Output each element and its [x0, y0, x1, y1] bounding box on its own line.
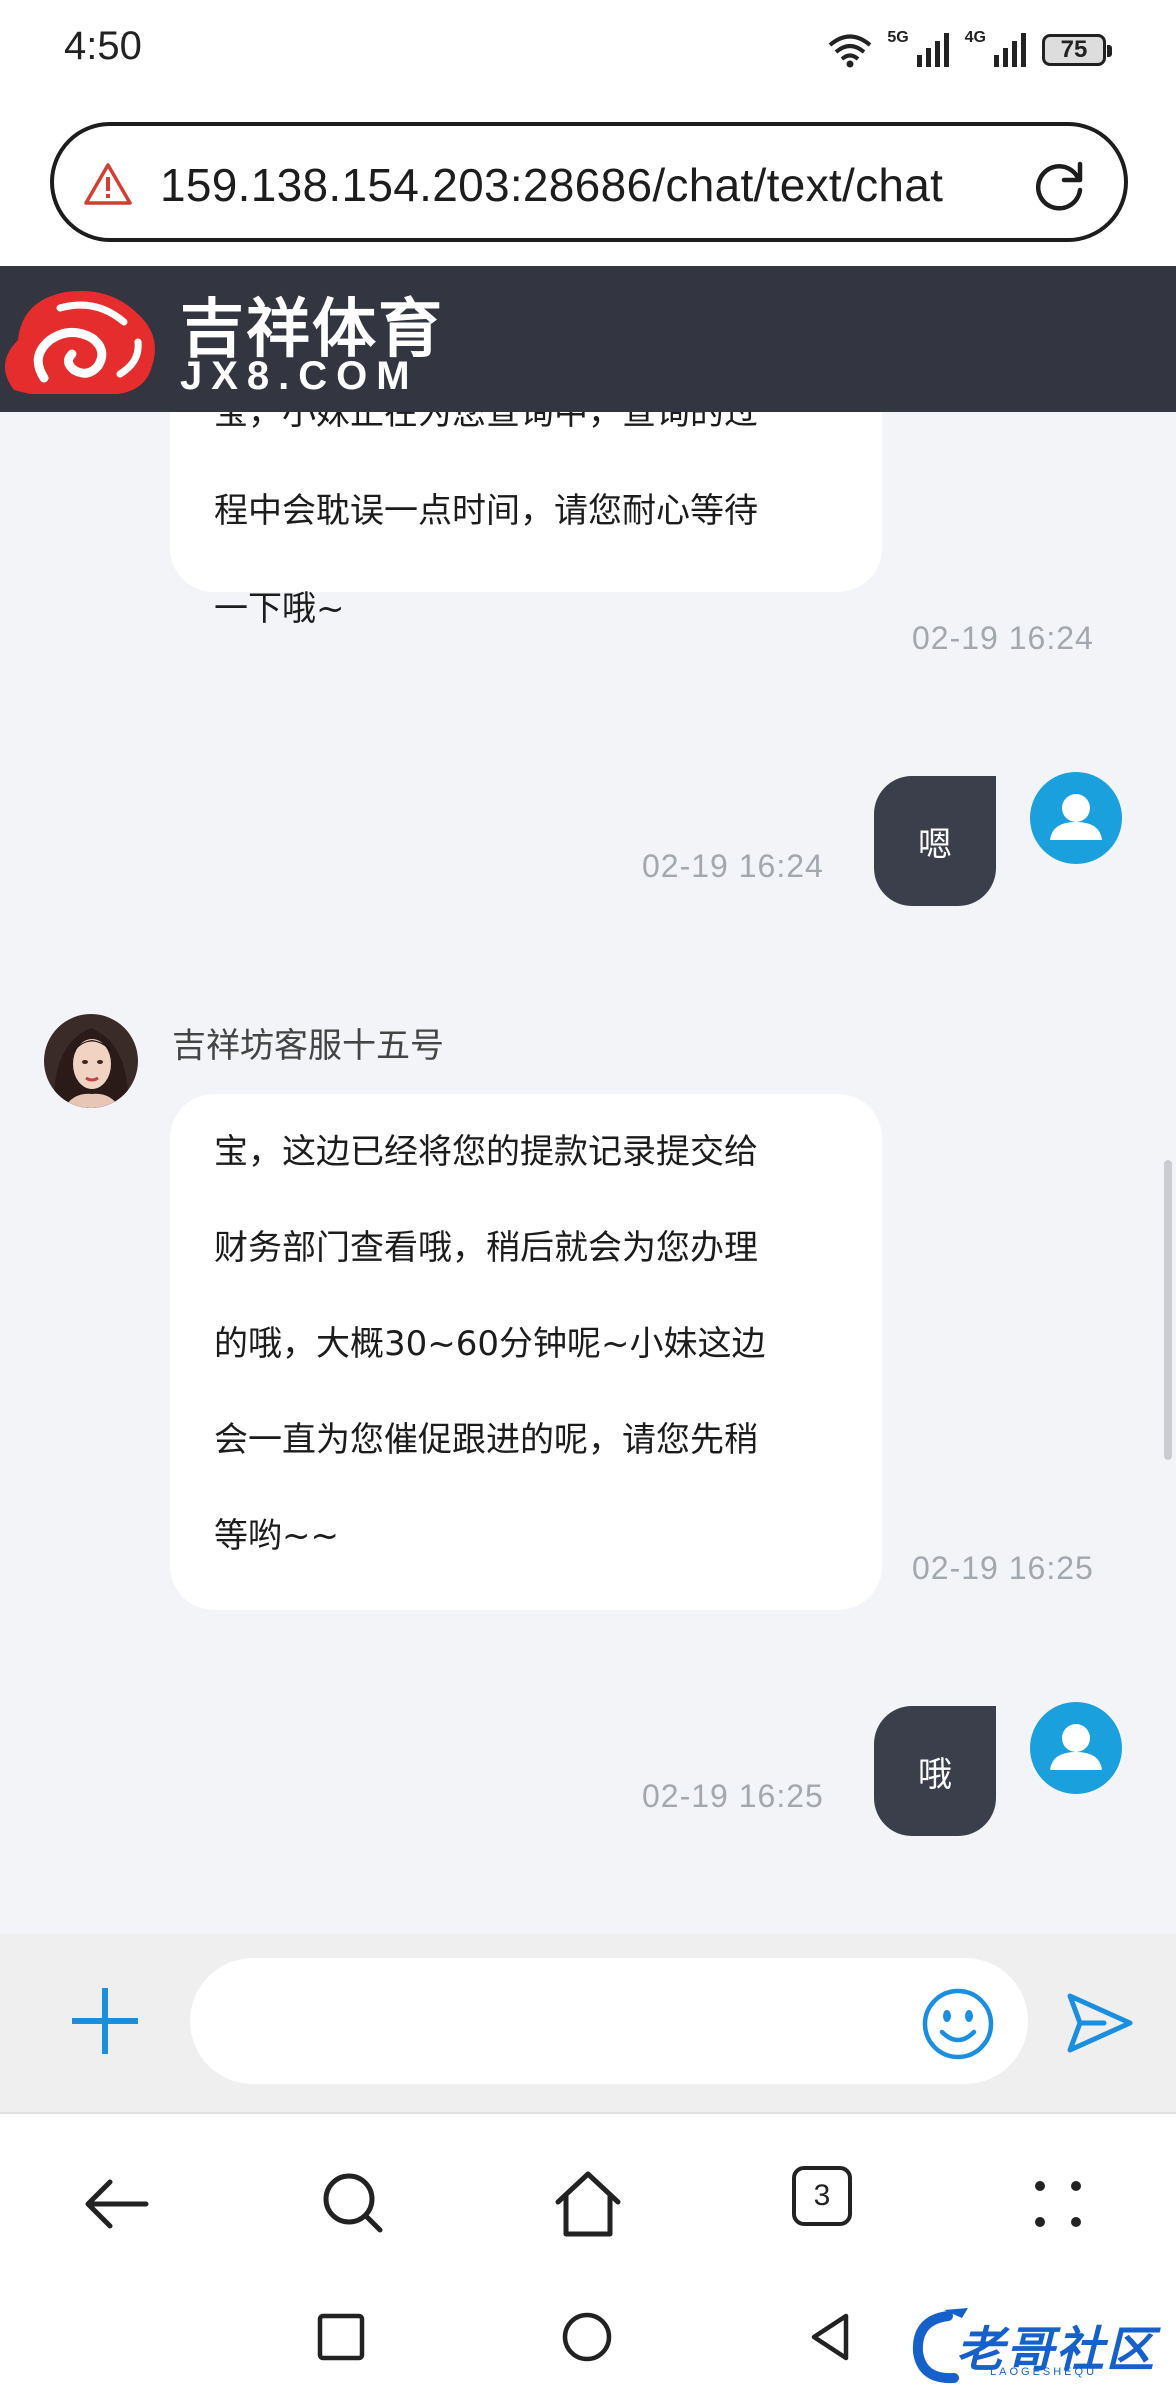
- battery-level: 75: [1060, 36, 1088, 63]
- send-icon[interactable]: [1064, 1988, 1134, 2058]
- outgoing-message-bubble: 嗯: [874, 776, 996, 906]
- network-label-1: 5G: [887, 29, 909, 46]
- recents-square-icon[interactable]: [312, 2308, 370, 2366]
- message-line: 的哦，大概30~60分钟呢~小妹这边: [214, 1324, 766, 1364]
- status-icons: 5G 4G 75: [827, 28, 1112, 72]
- back-arrow-icon[interactable]: [80, 2166, 156, 2242]
- watermark-subtext: LAOGESHEQU: [990, 2366, 1098, 2378]
- site-header: 吉祥体育 JX8.COM: [0, 266, 1176, 412]
- battery-indicator: 75: [1042, 34, 1112, 66]
- message-line: 财务部门查看哦，稍后就会为您办理: [214, 1228, 758, 1268]
- signal-icon: [994, 33, 1026, 67]
- signal-icon: [916, 33, 949, 67]
- message-input[interactable]: [190, 1958, 1028, 2084]
- message-line: 宝，这边已经将您的提款记录提交给: [214, 1132, 758, 1172]
- status-time: 4:50: [64, 24, 142, 68]
- message-time: 02-19 16:24: [642, 848, 824, 884]
- incoming-message-bubble: 宝，小妹正在为您查询中，查询的过 程中会耽误一点时间，请您耐心等待 一下哦~: [170, 412, 882, 629]
- message-line: 等哟~~: [214, 1516, 339, 1556]
- address-bar[interactable]: 159.138.154.203:28686/chat/text/chat: [50, 122, 1128, 242]
- agent-name: 吉祥坊客服十五号: [172, 1026, 444, 1066]
- search-icon[interactable]: [316, 2166, 392, 2242]
- user-icon: [1050, 794, 1102, 840]
- status-bar: 4:50 5G 4G 75: [0, 0, 1176, 100]
- back-triangle-icon[interactable]: [802, 2308, 860, 2366]
- message-line: 程中会耽误一点时间，请您耐心等待: [214, 491, 758, 531]
- warning-triangle-icon[interactable]: [84, 162, 132, 206]
- plus-icon[interactable]: [70, 1986, 140, 2056]
- tab-count[interactable]: 3: [814, 2179, 831, 2213]
- network-label-2: 4G: [964, 29, 986, 46]
- user-avatar: [1030, 1702, 1122, 1794]
- outgoing-message-bubble: 哦: [874, 1706, 996, 1836]
- message-text: 嗯: [918, 824, 952, 865]
- cloud-logo-icon: [4, 290, 155, 394]
- user-avatar: [1030, 772, 1122, 864]
- smiley-icon[interactable]: [920, 1986, 996, 2062]
- user-icon: [1050, 1724, 1102, 1770]
- home-circle-icon[interactable]: [558, 2308, 616, 2366]
- wifi-icon: [829, 34, 872, 68]
- scrollbar-thumb[interactable]: [1164, 1160, 1172, 1460]
- message-time: 02-19 16:25: [912, 1550, 1094, 1586]
- watermark-logo: 老哥社区 LAOGESHEQU: [908, 2302, 1164, 2388]
- tabs-icon[interactable]: 3: [792, 2166, 852, 2226]
- message-composer: [0, 1934, 1176, 2112]
- message-line: 宝，小妹正在为您查询中，查询的过: [214, 412, 758, 433]
- message-line: 会一直为您催促跟进的呢，请您先稍: [214, 1420, 758, 1460]
- message-line: 一下哦~: [214, 589, 345, 629]
- message-text: 哦: [918, 1754, 952, 1795]
- chat-area[interactable]: 宝，小妹正在为您查询中，查询的过 程中会耽误一点时间，请您耐心等待 一下哦~ 0…: [0, 412, 1176, 1934]
- message-time: 02-19 16:25: [642, 1778, 824, 1814]
- browser-toolbar: 3: [0, 2114, 1176, 2284]
- more-icon[interactable]: [1020, 2166, 1096, 2242]
- agent-photo-icon: [44, 1014, 138, 1108]
- agent-avatar: [44, 1014, 138, 1108]
- site-name-en: JX8.COM: [180, 354, 419, 398]
- reload-icon[interactable]: [1030, 156, 1088, 214]
- incoming-message-bubble: 宝，这边已经将您的提款记录提交给 财务部门查看哦，稍后就会为您办理 的哦，大概3…: [170, 1094, 882, 1610]
- system-navigation-bar: 老哥社区 LAOGESHEQU: [0, 2284, 1176, 2400]
- url-text[interactable]: 159.138.154.203:28686/chat/text/chat: [160, 158, 943, 212]
- home-icon[interactable]: [550, 2166, 626, 2242]
- message-time: 02-19 16:24: [912, 620, 1094, 656]
